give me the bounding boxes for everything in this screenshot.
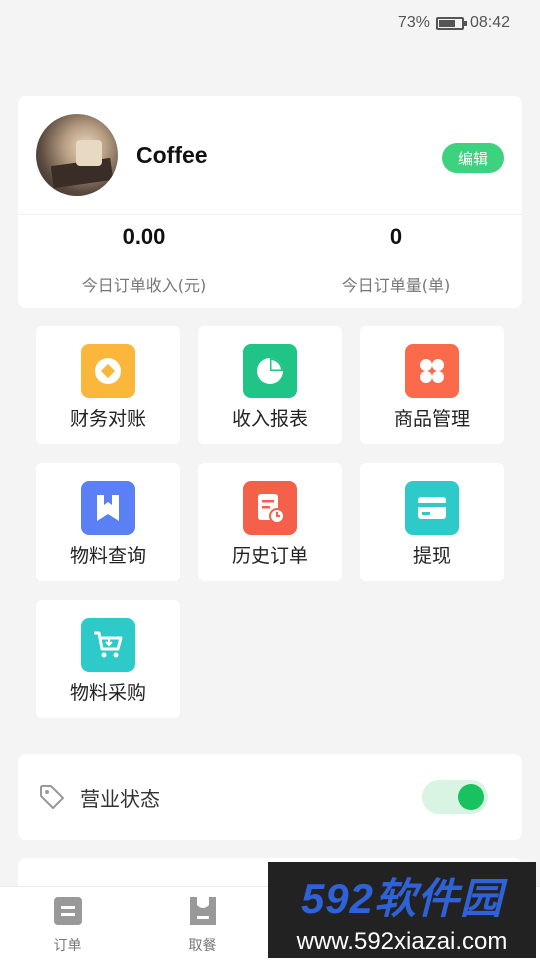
tab-pickup[interactable]: 取餐	[135, 887, 270, 960]
pie-chart-icon	[243, 344, 297, 398]
menu-item-material-query[interactable]: 物料查询	[36, 463, 180, 581]
cart-icon	[81, 618, 135, 672]
menu-item-label: 物料查询	[69, 545, 146, 567]
today-income-value: 0.00	[122, 224, 166, 249]
order-icon	[53, 897, 82, 925]
today-income-label: 今日订单收入(元)	[81, 276, 207, 295]
profile-name: Coffee	[136, 142, 208, 168]
menu-item-label: 收入报表	[231, 408, 308, 430]
today-orders-value: 0	[389, 224, 403, 249]
menu-item-material-purchase[interactable]: 物料采购	[36, 600, 180, 718]
menu-item-label: 商品管理	[393, 408, 470, 430]
toggle-knob	[458, 784, 484, 810]
business-status-toggle[interactable]	[422, 780, 488, 814]
menu-item-label: 历史订单	[231, 545, 308, 567]
tab-label: 取餐	[188, 938, 217, 954]
menu-item-label: 财务对账	[69, 408, 146, 430]
order-history-icon	[243, 481, 297, 535]
profile-card: Coffee 编辑 0.00 今日订单收入(元) 0 今日订单量(单)	[18, 96, 522, 308]
today-orders-label: 今日订单量(单)	[341, 276, 451, 295]
menu-item-order-history[interactable]: 历史订单	[198, 463, 342, 581]
card-icon	[405, 481, 459, 535]
today-orders-stat: 0 今日订单量(单)	[270, 224, 522, 296]
grid-icon	[405, 344, 459, 398]
coin-icon	[81, 344, 135, 398]
menu-item-label: 提现	[412, 545, 451, 567]
tab-orders[interactable]: 订单	[0, 887, 135, 960]
watermark-url: www.592xiazai.com	[296, 927, 508, 955]
bookmark-icon	[81, 481, 135, 535]
avatar[interactable]	[36, 114, 118, 196]
pickup-icon	[189, 897, 216, 925]
battery-percent: 73%	[397, 14, 430, 31]
business-status-label: 营业状态	[80, 786, 160, 811]
divider	[18, 214, 522, 215]
menu-item-finance[interactable]: 财务对账	[36, 326, 180, 444]
battery-icon	[435, 16, 467, 30]
business-status-card: 营业状态	[18, 754, 522, 840]
menu-item-product-management[interactable]: 商品管理	[360, 326, 504, 444]
watermark-overlay: 592软件园 www.592xiazai.com	[268, 862, 536, 958]
status-bar: 73% 08:42	[0, 0, 540, 46]
menu-item-withdraw[interactable]: 提现	[360, 463, 504, 581]
menu-item-label: 物料采购	[69, 682, 146, 704]
edit-button[interactable]: 编辑	[442, 143, 504, 173]
clock: 08:42	[469, 14, 510, 31]
watermark-brand: 592软件园	[300, 874, 504, 922]
today-income-stat: 0.00 今日订单收入(元)	[18, 224, 270, 296]
tag-icon	[40, 785, 64, 809]
menu-item-income-report[interactable]: 收入报表	[198, 326, 342, 444]
tab-label: 订单	[53, 938, 82, 954]
